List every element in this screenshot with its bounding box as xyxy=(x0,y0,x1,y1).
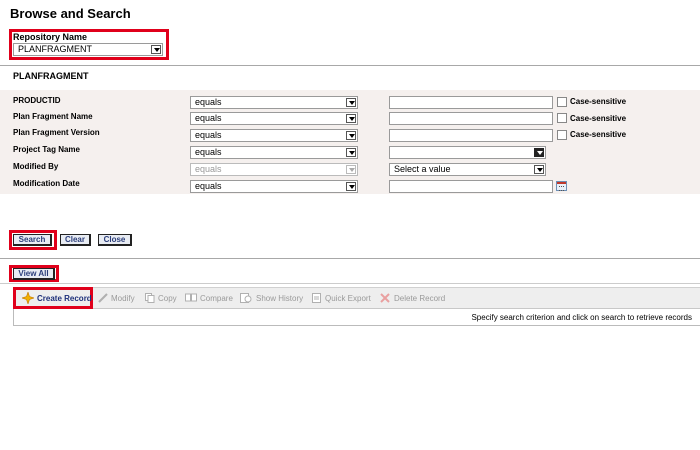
history-icon xyxy=(240,293,252,303)
results-message: Specify search criterion and click on se… xyxy=(471,313,692,322)
case-sensitive-label: Case-sensitive xyxy=(570,114,627,123)
page-title: Browse and Search xyxy=(10,6,131,21)
value-input-plan-fragment-name[interactable] xyxy=(389,112,553,125)
chevron-down-icon xyxy=(346,98,356,107)
chevron-down-icon xyxy=(346,182,356,191)
divider xyxy=(0,65,700,66)
create-record-button[interactable]: Create Record xyxy=(37,294,92,303)
operator-select-value: equals xyxy=(195,147,222,157)
operator-select-modification-date[interactable]: equals xyxy=(190,180,358,193)
search-button[interactable]: Search xyxy=(13,234,52,246)
chevron-down-icon xyxy=(346,165,356,174)
chevron-down-icon xyxy=(346,131,356,140)
case-sensitive-checkbox-plan-fragment-name[interactable] xyxy=(557,113,567,123)
compare-icon xyxy=(185,293,197,302)
section-title: PLANFRAGMENT xyxy=(13,71,89,81)
repository-select-value: PLANFRAGMENT xyxy=(18,44,93,54)
divider xyxy=(0,258,700,259)
close-button[interactable]: Close xyxy=(98,234,132,246)
field-label-productid: PRODUCTID xyxy=(13,96,61,105)
operator-select-value: equals xyxy=(195,97,222,107)
compare-button[interactable]: Compare xyxy=(200,294,233,303)
operator-select-value: equals xyxy=(195,181,222,191)
copy-button[interactable]: Copy xyxy=(158,294,177,303)
operator-select-plan-fragment-version[interactable]: equals xyxy=(190,129,358,142)
operator-select-value: equals xyxy=(195,164,222,174)
operator-select-value: equals xyxy=(195,130,222,140)
operator-select-project-tag-name[interactable]: equals xyxy=(190,146,358,159)
value-select-modified-by[interactable]: Select a value xyxy=(389,163,546,176)
chevron-down-icon xyxy=(151,45,161,54)
field-label-plan-fragment-name: Plan Fragment Name xyxy=(13,112,93,121)
value-select-project-tag-name[interactable] xyxy=(389,146,546,159)
case-sensitive-checkbox-plan-fragment-version[interactable] xyxy=(557,130,567,140)
chevron-down-icon xyxy=(534,148,544,157)
delete-record-button[interactable]: Delete Record xyxy=(394,294,445,303)
case-sensitive-checkbox-productid[interactable] xyxy=(557,97,567,107)
operator-select-modified-by[interactable]: equals xyxy=(190,163,358,176)
field-label-plan-fragment-version: Plan Fragment Version xyxy=(13,128,100,137)
value-input-modification-date[interactable] xyxy=(389,180,553,193)
value-select-placeholder: Select a value xyxy=(394,164,451,174)
copy-icon xyxy=(145,293,155,303)
sparkle-icon xyxy=(22,292,34,304)
operator-select-value: equals xyxy=(195,113,222,123)
quick-export-button[interactable]: Quick Export xyxy=(325,294,371,303)
calendar-icon[interactable] xyxy=(556,181,567,191)
value-input-productid[interactable] xyxy=(389,96,553,109)
export-icon xyxy=(312,293,321,303)
field-label-modification-date: Modification Date xyxy=(13,179,80,188)
case-sensitive-label: Case-sensitive xyxy=(570,130,627,139)
show-history-button[interactable]: Show History xyxy=(256,294,303,303)
divider xyxy=(0,283,700,284)
delete-icon xyxy=(380,293,390,303)
modify-button[interactable]: Modify xyxy=(111,294,135,303)
repository-select[interactable]: PLANFRAGMENT xyxy=(13,43,163,56)
operator-select-plan-fragment-name[interactable]: equals xyxy=(190,112,358,125)
field-label-project-tag-name: Project Tag Name xyxy=(13,145,80,154)
field-label-modified-by: Modified By xyxy=(13,162,59,171)
case-sensitive-label: Case-sensitive xyxy=(570,97,627,106)
chevron-down-icon xyxy=(534,165,544,174)
results-area: Specify search criterion and click on se… xyxy=(13,309,700,326)
operator-select-productid[interactable]: equals xyxy=(190,96,358,109)
pencil-icon xyxy=(98,293,108,303)
clear-button[interactable]: Clear xyxy=(60,234,91,246)
view-all-button[interactable]: View All xyxy=(13,268,55,280)
chevron-down-icon xyxy=(346,148,356,157)
repository-label: Repository Name xyxy=(13,32,88,42)
value-input-plan-fragment-version[interactable] xyxy=(389,129,553,142)
chevron-down-icon xyxy=(346,114,356,123)
